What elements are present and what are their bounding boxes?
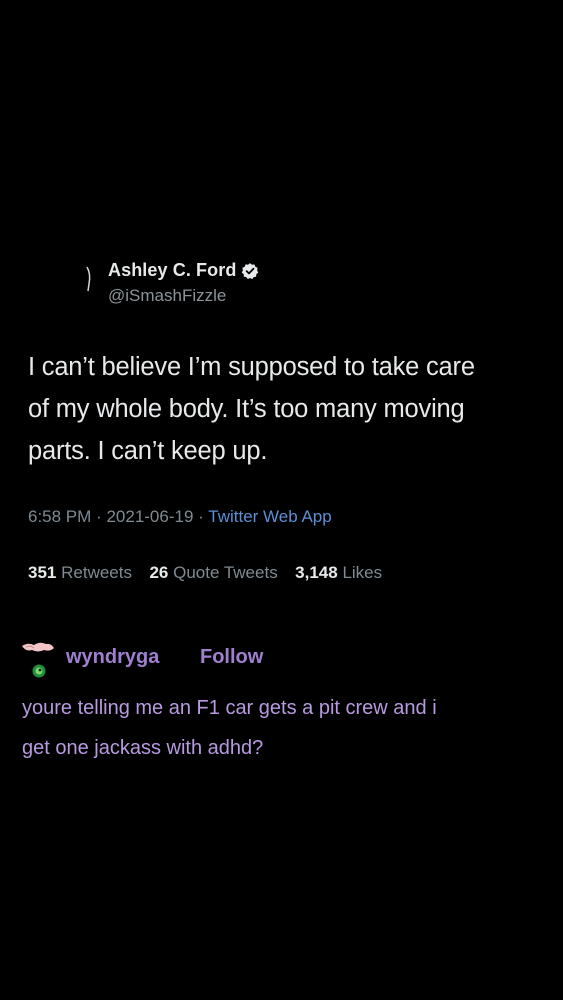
reply-text: youre telling me an F1 car gets a pit cr… [22,688,542,768]
author-name-row: Ashley C. Ford [108,260,259,281]
author-handle[interactable]: @iSmashFizzle [108,286,226,306]
reply-text-line: youre telling me an F1 car gets a pit cr… [22,697,437,719]
tweet-text-line: I can’t believe I’m supposed to take car… [28,353,475,381]
likes-label: Likes [342,563,383,582]
tweet-text-line: of my whole body. It’s too many moving [28,395,465,423]
reply-username[interactable]: wyndryga [66,646,159,669]
tweet-text-line: parts. I can’t keep up. [28,437,268,465]
tweet-author: Ashley C. Ford @iSmashFizzle [86,258,386,308]
likes-stat[interactable]: 3,148 Likes [295,563,382,582]
retweets-label: Retweets [61,563,132,582]
author-name[interactable]: Ashley C. Ford [108,260,236,281]
tweet-meta: 6:58 PM · 2021-06-19 · Twitter Web App [28,507,332,527]
quote-tweets-stat[interactable]: 26 Quote Tweets [149,563,282,582]
quote-tweets-count: 26 [149,563,169,582]
retweets-count: 351 [28,563,57,582]
follow-button[interactable]: Follow [200,646,263,669]
likes-count: 3,148 [295,563,338,582]
separator: · [96,507,102,526]
separator: · [198,507,204,526]
tweet-text: I can’t believe I’m supposed to take car… [28,346,548,472]
tweet-date[interactable]: 2021-06-19 [106,507,193,526]
tweet-stats: 351 Retweets 26 Quote Tweets 3,148 Likes [28,563,382,583]
reply-text-line: get one jackass with adhd? [22,737,264,759]
avatar[interactable] [20,640,64,680]
retweets-stat[interactable]: 351 Retweets [28,563,137,582]
verified-badge-icon [242,262,259,279]
quote-tweets-label: Quote Tweets [173,563,278,582]
tweet-source[interactable]: Twitter Web App [208,507,331,526]
avatar-fragment [86,266,91,292]
tweet-time[interactable]: 6:58 PM [28,507,91,526]
